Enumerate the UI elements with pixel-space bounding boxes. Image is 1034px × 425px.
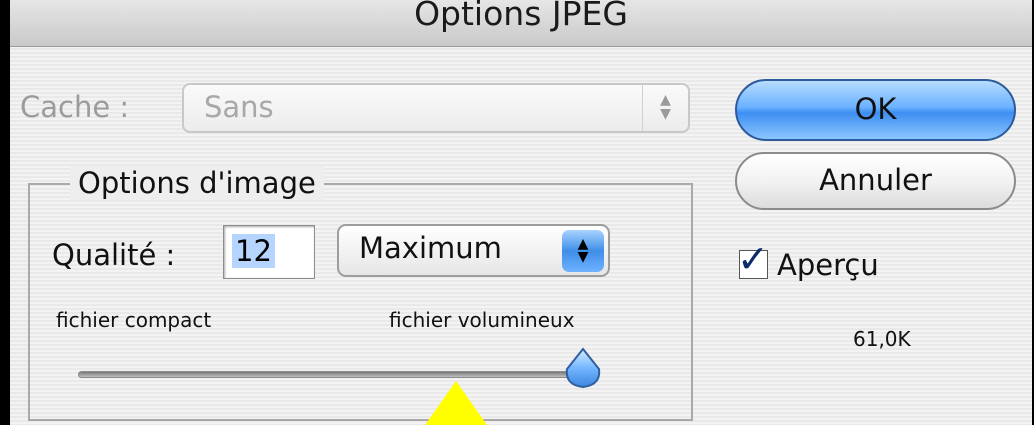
preview-checkbox[interactable]: ✓ xyxy=(737,237,769,281)
small-file-label: fichier compact xyxy=(56,308,212,332)
quality-preset-select[interactable]: Maximum ▲ ▼ xyxy=(337,224,610,277)
cancel-button[interactable]: Annuler xyxy=(735,152,1016,210)
title-bar: Options JPEG xyxy=(10,0,1032,47)
up-down-chevrons-icon: ▲ ▼ xyxy=(642,85,688,131)
preview-label[interactable]: Aperçu xyxy=(777,248,879,282)
quality-label: Qualité : xyxy=(52,238,176,272)
file-size-readout: 61,0K xyxy=(853,327,911,351)
image-options-legend: Options d'image xyxy=(70,166,324,200)
matte-select[interactable]: Sans ▲ ▼ xyxy=(182,83,690,133)
matte-value: Sans xyxy=(204,90,274,124)
quality-slider[interactable] xyxy=(78,371,586,378)
ok-button[interactable]: OK xyxy=(735,79,1016,141)
quality-preset-value: Maximum xyxy=(359,231,502,265)
jpeg-options-dialog: Options JPEG Cache : Sans ▲ ▼ Options d'i… xyxy=(10,0,1032,425)
matte-label: Cache : xyxy=(20,90,130,124)
quality-value: 12 xyxy=(232,234,275,268)
quality-input[interactable]: 12 xyxy=(223,225,315,279)
slider-thumb-icon[interactable] xyxy=(563,347,603,389)
up-down-chevrons-icon: ▲ ▼ xyxy=(562,230,604,272)
dialog-title: Options JPEG xyxy=(414,0,628,33)
yellow-arrow-icon xyxy=(425,381,487,425)
large-file-label: fichier volumineux xyxy=(389,308,575,332)
checkmark-icon: ✓ xyxy=(737,237,769,281)
